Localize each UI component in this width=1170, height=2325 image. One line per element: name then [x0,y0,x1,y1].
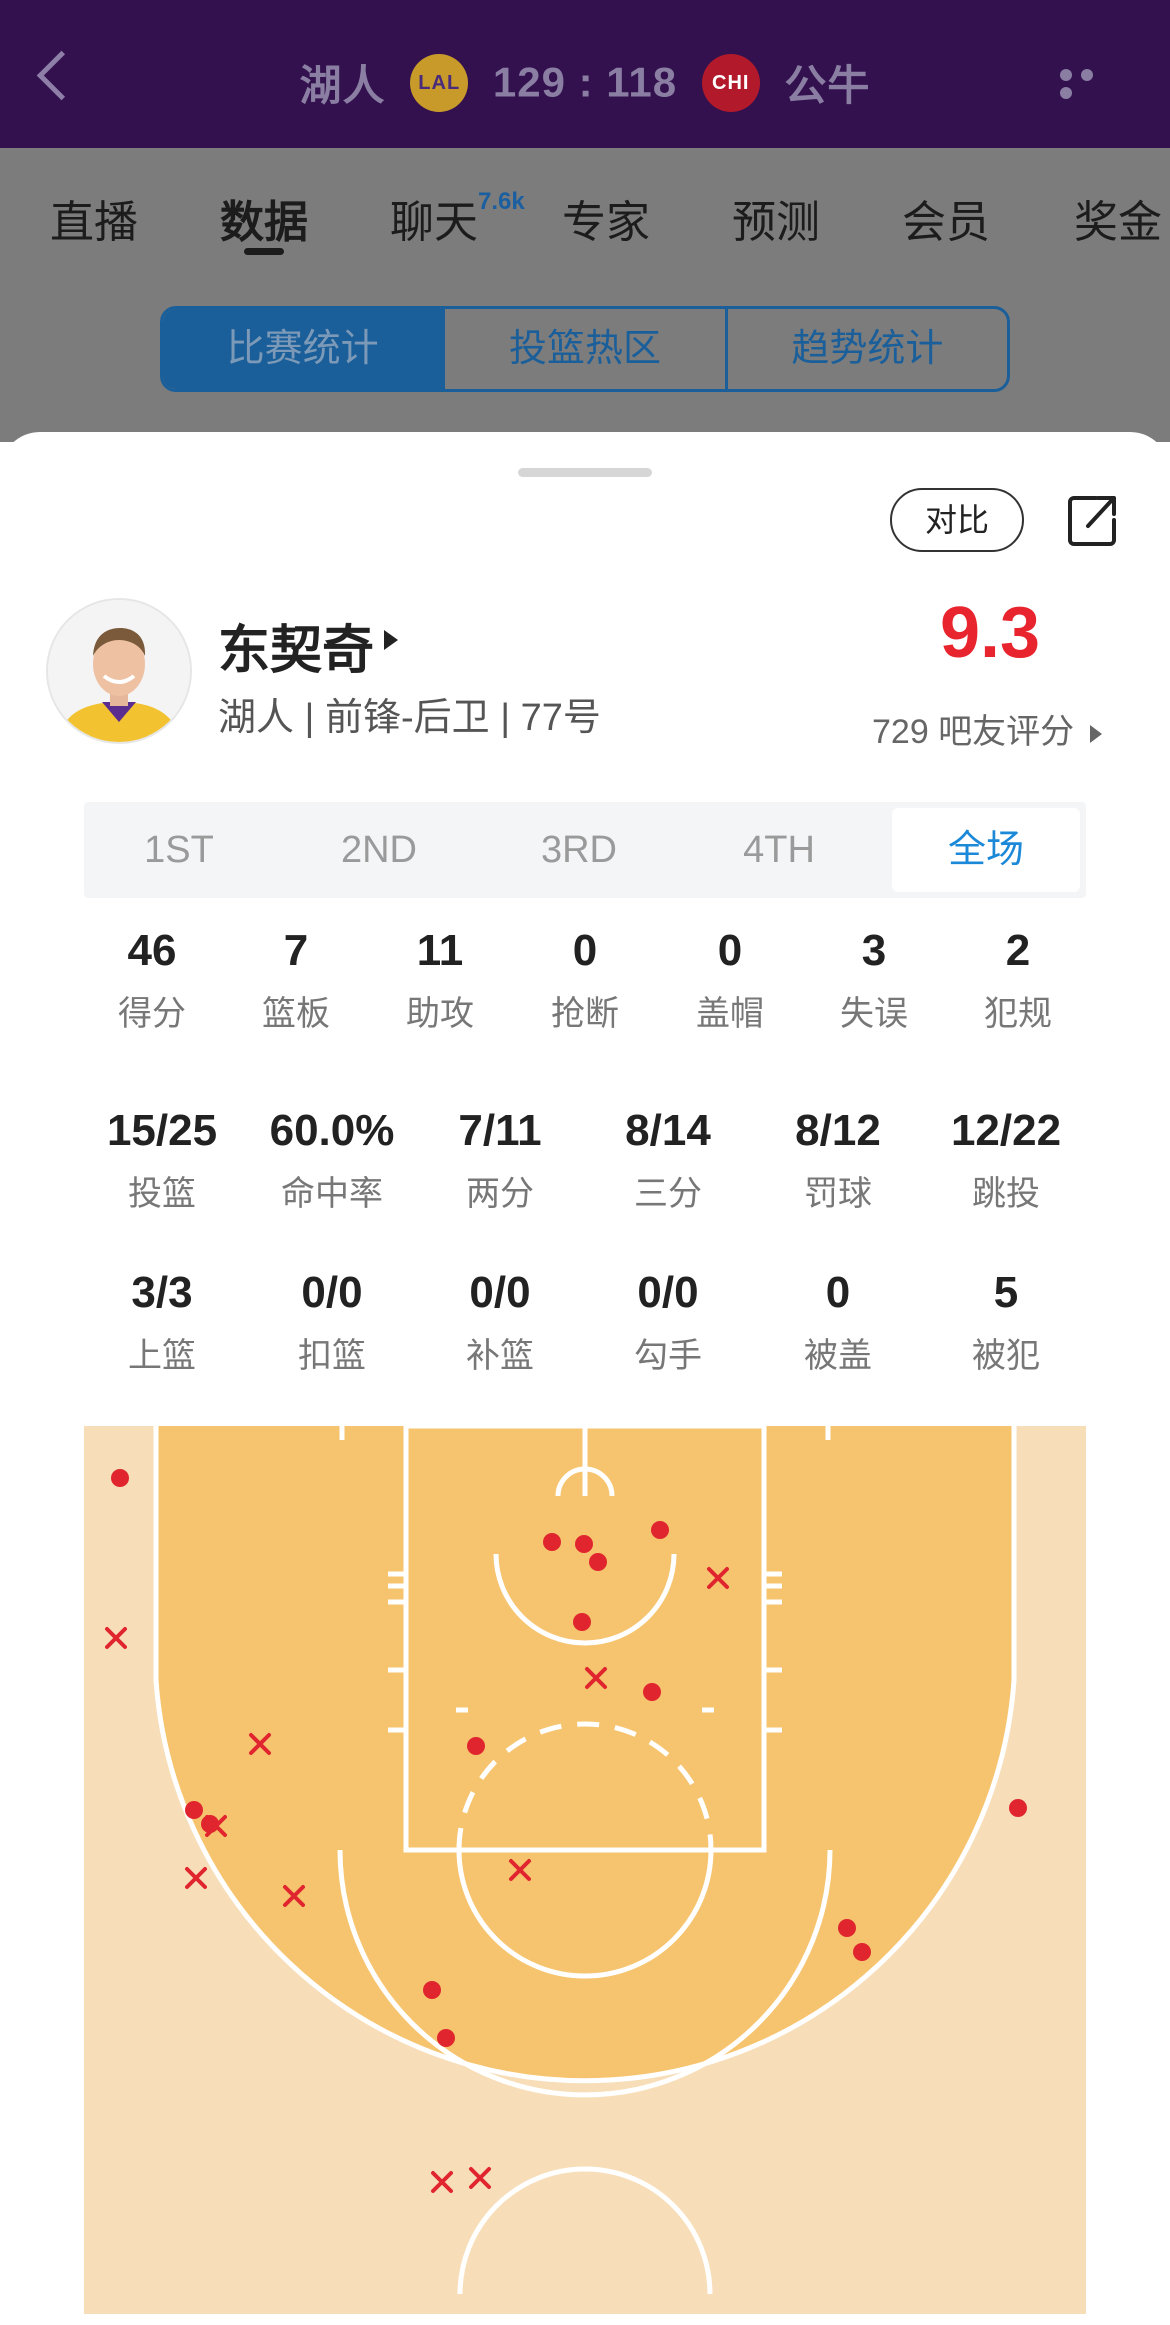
shot-markers [105,1469,1027,2193]
rating-count-link[interactable]: 729 吧友评分 [872,704,1102,753]
made-shot-marker [111,1469,129,1487]
game-header: 湖人 LAL 129 : 118 CHI 公牛 [0,0,1170,148]
stat-tip-ins: 0/0 补篮 [466,1268,534,1375]
chat-count-badge: 7.6k [478,188,525,215]
active-tab-indicator [244,248,284,255]
made-shot-marker [573,1613,591,1631]
share-icon[interactable] [1066,492,1118,548]
rating-count-text: 729 吧友评分 [872,713,1075,751]
stats-segmented-control: 比赛统计 投篮热区 趋势统计 [160,306,1010,392]
player-name-arrow-icon [384,630,398,650]
home-team-name: 湖人 [299,62,386,109]
bulls-logo-icon: CHI [701,53,760,112]
made-shot-marker [437,2029,455,2047]
main-tabs: 直播 数据 聊天 7.6k 专家 预测 会员 奖金 [0,148,1170,272]
tab-experts[interactable]: 专家 [562,186,650,250]
missed-shot-marker [707,1567,729,1589]
made-shot-marker [853,1943,871,1961]
made-shot-marker [643,1683,661,1701]
stat-blocks: 0 盖帽 [696,926,764,1033]
sheet-grabber[interactable] [518,468,652,477]
tab-member[interactable]: 会员 [902,186,990,250]
made-shot-marker [838,1919,856,1937]
tab-live[interactable]: 直播 [50,186,138,250]
made-shot-marker [1009,1799,1027,1817]
score: 129 : 118 [492,58,678,106]
segment-trend-stats[interactable]: 趋势统计 [728,309,1007,389]
away-team-name: 公牛 [784,62,871,109]
made-shot-marker [423,1981,441,1999]
stat-fouls-drawn: 5 被犯 [972,1268,1040,1375]
stat-steals: 0 抢断 [551,926,619,1033]
player-avatar[interactable] [46,598,192,744]
stat-jump-shots: 12/22 跳投 [950,1106,1062,1213]
made-shot-marker [467,1737,485,1755]
missed-shot-marker [185,1867,207,1889]
stat-points: 46 得分 [118,926,186,1033]
player-name[interactable]: 东契奇 [218,608,374,683]
period-1st[interactable]: 1ST [84,802,274,898]
missed-shot-marker [509,1859,531,1881]
lakers-logo-icon: LAL [410,53,469,112]
stat-assists: 11 助攻 [406,926,474,1033]
scoreline: 湖人 LAL 129 : 118 CHI 公牛 [0,52,1170,113]
stat-three-pointers: 8/14 三分 [625,1106,711,1213]
stat-hook-shots: 0/0 勾手 [634,1268,702,1375]
made-shot-marker [185,1801,203,1819]
made-shot-marker [575,1535,593,1553]
more-options-icon[interactable] [1060,68,1122,99]
stat-fouls: 2 犯规 [984,926,1052,1033]
stat-dunks: 0/0 扣篮 [298,1268,366,1375]
player-meta: 湖人 | 前锋-后卫 | 77号 [218,697,601,739]
made-shot-marker [589,1553,607,1571]
player-rating: 9.3 [939,593,1041,673]
missed-shot-marker [431,2171,453,2193]
made-shot-marker [543,1533,561,1551]
segment-game-stats[interactable]: 比赛统计 [163,309,446,389]
stat-blocked: 0 被盖 [804,1268,872,1375]
segment-shot-chart[interactable]: 投篮热区 [445,309,728,389]
period-2nd[interactable]: 2ND [284,802,474,898]
missed-shot-marker [105,1627,127,1649]
period-3rd[interactable]: 3RD [484,802,674,898]
missed-shot-marker [249,1733,271,1755]
period-tabs: 1ST 2ND 3RD 4TH 全场 [84,802,1086,898]
tab-data[interactable]: 数据 [220,186,308,250]
missed-shot-marker [469,2167,491,2189]
stat-field-goals: 15/25 投篮 [106,1106,218,1213]
made-shot-marker [651,1521,669,1539]
chevron-right-icon [1089,725,1102,744]
compare-button[interactable]: 对比 [890,488,1024,552]
missed-shot-marker [585,1667,607,1689]
stat-rebounds: 7 篮板 [262,926,330,1033]
stat-turnovers: 3 失误 [840,926,908,1033]
tab-chat[interactable]: 聊天 [390,186,478,250]
missed-shot-marker [283,1885,305,1907]
tab-bonus[interactable]: 奖金 [1074,186,1162,250]
stat-layups: 3/3 上篮 [128,1268,196,1375]
stat-two-pointers: 7/11 两分 [458,1106,542,1213]
tab-prediction[interactable]: 预测 [732,186,820,250]
period-full-game[interactable]: 全场 [892,808,1080,892]
period-4th[interactable]: 4TH [684,802,874,898]
stat-fg-percentage: 60.0% 命中率 [269,1106,395,1213]
shot-chart-court [84,1426,1086,2314]
stat-free-throws: 8/12 罚球 [795,1106,881,1213]
